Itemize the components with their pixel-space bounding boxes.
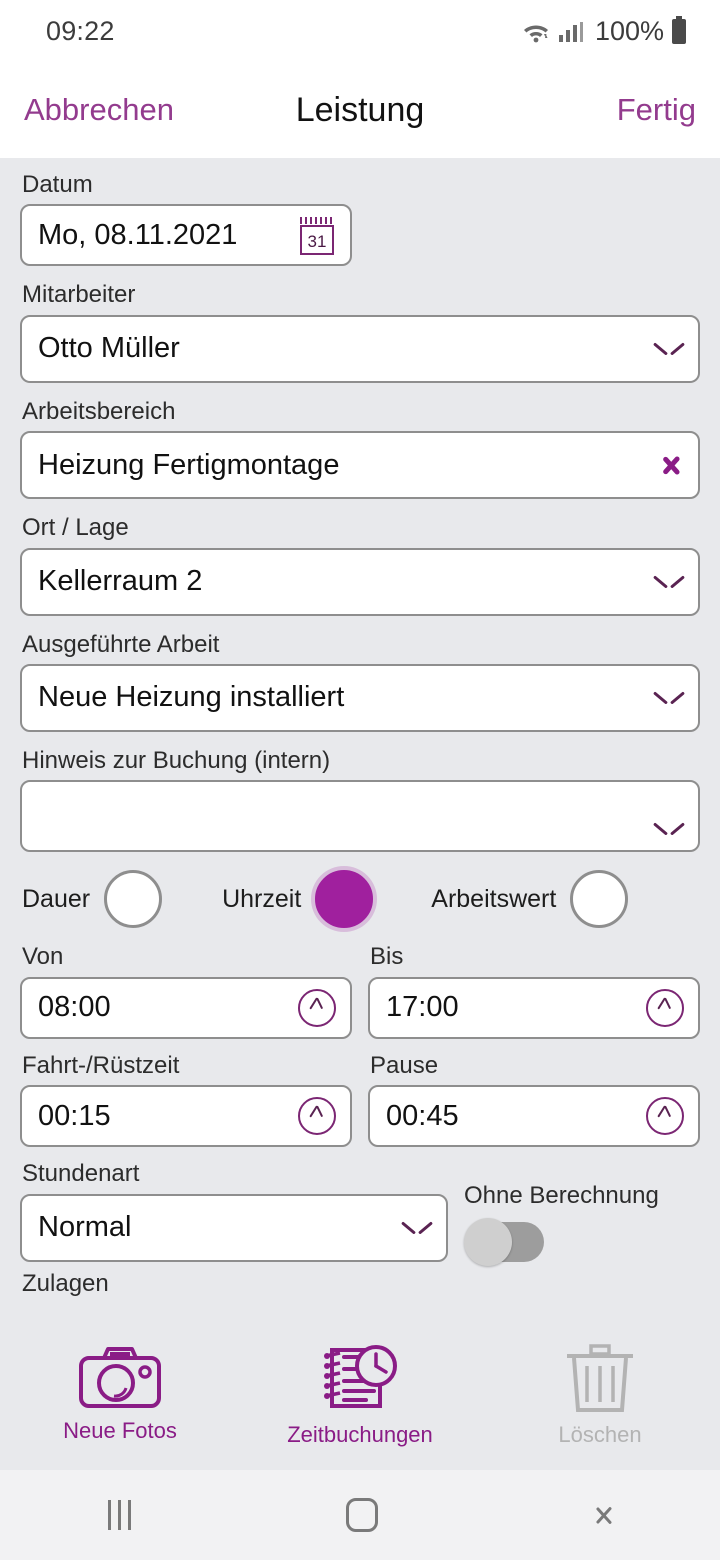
clock-icon[interactable] xyxy=(298,988,336,1027)
radio-label-arbeitswert: Arbeitswert xyxy=(431,884,557,913)
cancel-button[interactable]: Abbrechen xyxy=(24,92,174,128)
chevron-right-icon[interactable] xyxy=(662,448,684,482)
toggle-knob xyxy=(464,1217,512,1266)
status-icons: 100% xyxy=(521,16,688,47)
clock-icon[interactable] xyxy=(646,988,684,1027)
from-time-value: 08:00 xyxy=(38,991,111,1024)
work-area-value: Heizung Fertigmontage xyxy=(38,448,340,481)
home-icon[interactable] xyxy=(345,1498,378,1532)
status-bar: 09:22 100% xyxy=(0,0,720,62)
radio-label-uhrzeit: Uhrzeit xyxy=(222,884,302,913)
date-value: Mo, 08.11.2021 xyxy=(38,218,238,251)
booking-mode-radio-group: Dauer Uhrzeit Arbeitswert xyxy=(22,870,700,929)
field-group-employee: Mitarbeiter Otto Müller xyxy=(20,281,700,383)
chevron-down-icon[interactable] xyxy=(654,340,684,358)
label-to-time: Bis xyxy=(370,943,404,971)
label-hour-type: Stundenart xyxy=(22,1160,140,1188)
chevron-down-icon[interactable] xyxy=(402,1219,432,1237)
app-header: Abbrechen Leistung Fertig xyxy=(0,62,720,158)
to-time-value: 17:00 xyxy=(386,991,459,1024)
from-time-input[interactable]: 08:00 xyxy=(20,976,352,1039)
break-time-value: 00:45 xyxy=(386,1099,459,1132)
performed-work-value: Neue Heizung installiert xyxy=(38,681,345,714)
label-surcharges: Zulagen xyxy=(22,1269,109,1297)
time-range-row: Von 08:00 Bis 17:00 xyxy=(20,943,700,1039)
travel-time-input[interactable]: 00:15 xyxy=(20,1085,352,1148)
radio-uhrzeit[interactable] xyxy=(315,870,374,929)
break-time-input[interactable]: 00:45 xyxy=(368,1085,700,1148)
android-nav-bar xyxy=(0,1470,720,1560)
employee-value: Otto Müller xyxy=(38,332,180,365)
hour-type-row: Stundenart Normal Ohne Berechnung xyxy=(20,1160,700,1266)
phone-screen: 09:22 100% Abbrechen Leistung Fertig Dat… xyxy=(0,0,720,1560)
chevron-down-icon[interactable] xyxy=(654,573,684,591)
label-performed-work: Ausgeführte Arbeit xyxy=(22,630,220,658)
to-time-input[interactable]: 17:00 xyxy=(368,976,700,1039)
field-group-travel-time: Fahrt-/Rüstzeit 00:15 xyxy=(20,1051,352,1148)
field-group-internal-note: Hinweis zur Buchung (intern) xyxy=(20,746,700,853)
internal-note-input[interactable] xyxy=(20,780,700,853)
field-group-break-time: Pause 00:45 xyxy=(368,1051,700,1148)
hour-type-value: Normal xyxy=(38,1211,132,1244)
employee-select[interactable]: Otto Müller xyxy=(20,314,700,383)
field-group-no-charge: Ohne Berechnung xyxy=(448,1182,700,1266)
field-group-date: Datum Mo, 08.11.2021 31 xyxy=(20,171,700,267)
back-icon[interactable] xyxy=(593,1499,613,1531)
hour-type-select[interactable]: Normal xyxy=(20,1193,448,1262)
radio-dauer[interactable] xyxy=(104,870,163,929)
battery-icon xyxy=(672,16,686,44)
label-no-charge: Ohne Berechnung xyxy=(464,1182,659,1210)
performed-work-select[interactable]: Neue Heizung installiert xyxy=(20,663,700,732)
label-location: Ort / Lage xyxy=(22,514,129,542)
timesheet-clock-icon xyxy=(324,1345,397,1408)
travel-time-value: 00:15 xyxy=(38,1099,111,1132)
label-travel-time: Fahrt-/Rüstzeit xyxy=(22,1051,180,1079)
clock-icon[interactable] xyxy=(298,1097,336,1136)
wifi-icon xyxy=(523,25,548,43)
time-bookings-button[interactable]: Zeitbuchungen xyxy=(260,1344,460,1448)
time-bookings-label: Zeitbuchungen xyxy=(287,1422,433,1447)
date-input[interactable]: Mo, 08.11.2021 31 xyxy=(20,204,352,267)
trash-icon xyxy=(567,1344,633,1412)
calendar-icon[interactable]: 31 xyxy=(298,215,336,256)
bottom-toolbar: Neue Fotos Zeitbuchungen Löschen xyxy=(0,1332,720,1470)
calendar-day-label: 31 xyxy=(307,232,327,252)
radio-label-dauer: Dauer xyxy=(22,884,91,913)
delete-button[interactable]: Löschen xyxy=(500,1344,700,1448)
field-group-hour-type: Stundenart Normal xyxy=(20,1160,448,1262)
camera-icon xyxy=(79,1347,161,1408)
field-group-to-time: Bis 17:00 xyxy=(368,943,700,1039)
chevron-down-icon[interactable] xyxy=(654,689,684,707)
radio-arbeitswert[interactable] xyxy=(570,870,629,929)
signal-icon xyxy=(558,22,583,42)
recents-icon[interactable] xyxy=(107,1500,131,1530)
field-group-location: Ort / Lage Kellerraum 2 xyxy=(20,514,700,616)
clock-icon[interactable] xyxy=(646,1097,684,1136)
battery-percent-label: 100% xyxy=(594,15,664,46)
delete-label: Löschen xyxy=(558,1422,642,1447)
status-time: 09:22 xyxy=(46,15,115,46)
work-area-select[interactable]: Heizung Fertigmontage xyxy=(20,431,700,500)
field-group-performed-work: Ausgeführte Arbeit Neue Heizung installi… xyxy=(20,630,700,732)
label-work-area: Arbeitsbereich xyxy=(22,397,176,425)
travel-break-row: Fahrt-/Rüstzeit 00:15 Pause 00:45 xyxy=(20,1051,700,1148)
field-group-from-time: Von 08:00 xyxy=(20,943,352,1039)
chevron-down-icon[interactable] xyxy=(654,820,684,838)
label-date: Datum xyxy=(22,171,93,198)
label-employee: Mitarbeiter xyxy=(22,281,136,309)
location-select[interactable]: Kellerraum 2 xyxy=(20,547,700,616)
no-charge-toggle[interactable] xyxy=(464,1217,544,1266)
label-internal-note: Hinweis zur Buchung (intern) xyxy=(22,746,331,774)
done-button[interactable]: Fertig xyxy=(617,92,696,128)
label-from-time: Von xyxy=(22,943,64,971)
label-break-time: Pause xyxy=(370,1051,439,1079)
new-photos-label: Neue Fotos xyxy=(63,1418,177,1443)
new-photos-button[interactable]: Neue Fotos xyxy=(20,1344,220,1444)
field-group-work-area: Arbeitsbereich Heizung Fertigmontage xyxy=(20,397,700,500)
location-value: Kellerraum 2 xyxy=(38,565,203,598)
